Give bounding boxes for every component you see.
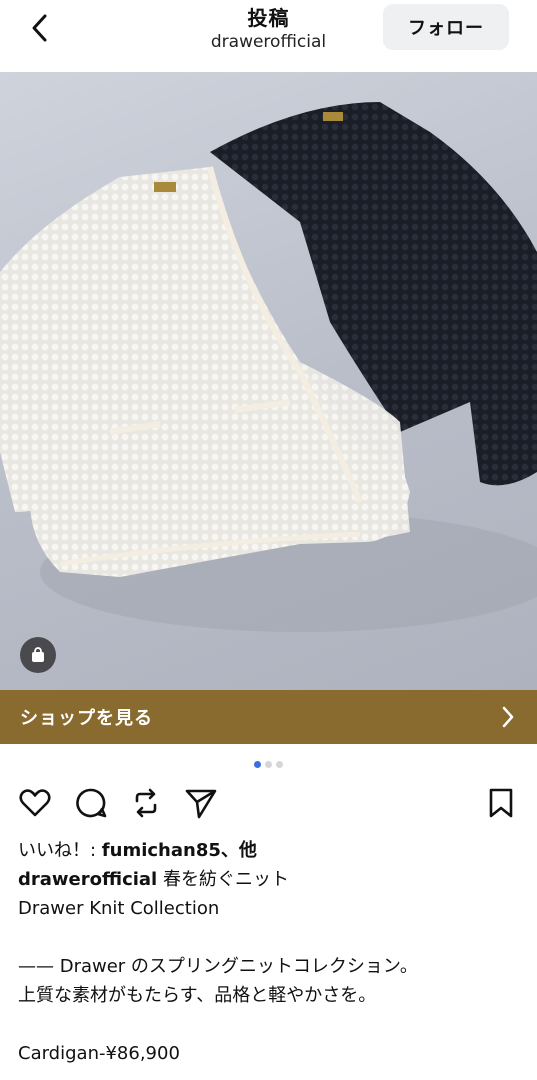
- shop-now-bar[interactable]: ショップを見る: [0, 690, 537, 744]
- post-caption: いいね！: fumichan85、他 drawerofficial 春を紡ぐニッ…: [18, 836, 518, 1068]
- likes-username[interactable]: fumichan85: [102, 840, 221, 861]
- carousel-dot: [265, 761, 272, 768]
- carousel-dot-active: [254, 761, 261, 768]
- bookmark-icon[interactable]: [484, 786, 518, 820]
- likes-prefix: いいね！:: [18, 840, 102, 861]
- caption-line-3: —— Drawer のスプリングニットコレクション。: [18, 956, 418, 977]
- post-actions: [0, 786, 537, 822]
- post-image[interactable]: [0, 72, 537, 690]
- shopping-bag-button[interactable]: [20, 637, 56, 673]
- heart-icon[interactable]: [18, 786, 52, 820]
- carousel-indicator: [0, 761, 537, 768]
- shopping-bag-icon: [32, 647, 44, 662]
- caption-line-2: Drawer Knit Collection: [18, 898, 220, 919]
- caption-line-4: 上質な素材がもたらす、品格と軽やかさを。: [18, 985, 377, 1006]
- follow-button[interactable]: フォロー: [383, 4, 509, 50]
- caption-headline-text: 春を紡ぐニット: [157, 869, 289, 890]
- shop-now-label: ショップを見る: [20, 708, 153, 729]
- comment-icon[interactable]: [74, 786, 108, 820]
- chevron-right-icon: [502, 706, 514, 728]
- carousel-dot: [276, 761, 283, 768]
- likes-line: いいね！: fumichan85、他: [18, 836, 518, 865]
- caption-author[interactable]: drawerofficial: [18, 869, 157, 890]
- top-bar: 投稿 drawerofficial フォロー: [0, 0, 537, 72]
- caption-price: Cardigan-¥86,900: [18, 1043, 180, 1064]
- likes-suffix: 、他: [220, 840, 257, 861]
- caption-headline: drawerofficial 春を紡ぐニット: [18, 865, 518, 894]
- repost-icon[interactable]: [129, 786, 163, 820]
- send-icon[interactable]: [184, 786, 218, 820]
